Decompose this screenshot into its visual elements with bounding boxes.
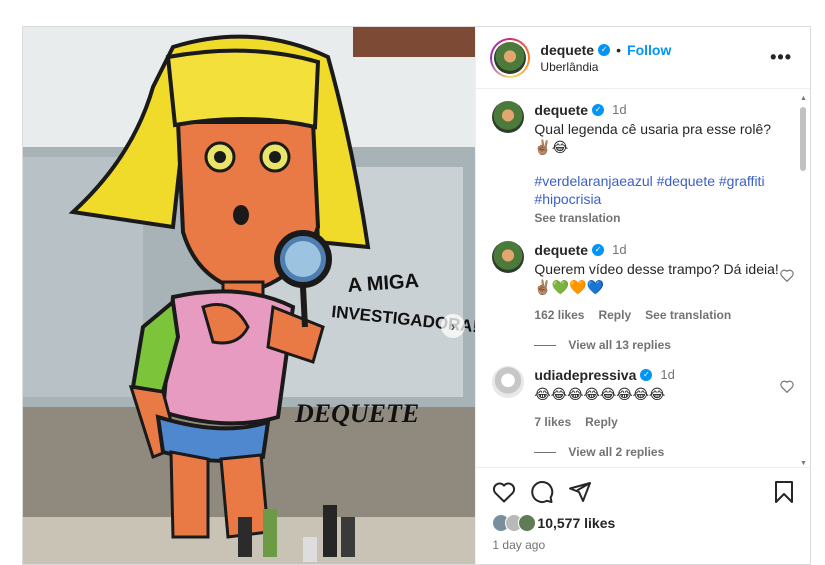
more-options-icon[interactable]: •••: [766, 47, 796, 68]
graffiti-mural-image: A MIGA INVESTIGADORA! DEQUETE: [23, 27, 476, 564]
like-comment-heart-icon[interactable]: [780, 380, 794, 393]
post-actions: 10,577 likes 1 day ago: [476, 467, 810, 552]
graffiti-signature: DEQUETE: [294, 399, 419, 428]
post-sidebar: dequete ✓ • Follow Uberlândia ••• dequet…: [475, 27, 810, 564]
comments-scrollbar[interactable]: ▲ ▼: [798, 95, 808, 467]
liker-avatars[interactable]: [492, 514, 537, 532]
avatar[interactable]: [492, 366, 525, 398]
like-comment-heart-icon[interactable]: [780, 269, 794, 282]
view-replies-label: View all 13 replies: [568, 338, 671, 352]
avatar[interactable]: [492, 241, 525, 273]
list-item: udiadepressiva ✓ 1d 😂😂😂😂😂😂😂😂 7 likes Rep…: [492, 366, 794, 431]
comments-list[interactable]: dequete ✓ 1d Qual legenda cê usaria pra …: [476, 89, 810, 467]
view-replies-button[interactable]: View all 13 replies: [534, 338, 786, 352]
comment-username[interactable]: udiadepressiva: [534, 366, 636, 384]
scroll-up-icon[interactable]: ▲: [800, 95, 807, 102]
chevron-right-icon: ›: [450, 318, 456, 334]
comment-username[interactable]: dequete: [534, 101, 588, 119]
reply-button[interactable]: Reply: [585, 413, 618, 431]
avatar[interactable]: [492, 101, 525, 133]
post-image[interactable]: A MIGA INVESTIGADORA! DEQUETE ›: [23, 27, 476, 564]
verified-badge-icon: ✓: [592, 244, 605, 256]
caption-text: Qual legenda cê usaria pra esse rolê? ✌🏽…: [534, 121, 772, 155]
author-username[interactable]: dequete: [540, 42, 594, 58]
author-avatar-ring[interactable]: [490, 37, 531, 78]
reply-button[interactable]: Reply: [598, 306, 631, 324]
verified-badge-icon: ✓: [592, 104, 605, 116]
post-location[interactable]: Uberlândia: [540, 60, 766, 74]
like-heart-icon[interactable]: [492, 481, 516, 503]
save-bookmark-icon[interactable]: [774, 480, 794, 504]
view-replies-button[interactable]: View all 2 replies: [534, 445, 786, 459]
see-translation-link[interactable]: See translation: [534, 209, 786, 227]
scroll-thumb[interactable]: [800, 107, 806, 171]
post-date[interactable]: 1 day ago: [492, 538, 794, 552]
comment-time[interactable]: 1d: [612, 241, 626, 259]
comment-time[interactable]: 1d: [660, 366, 674, 384]
see-translation-link[interactable]: See translation: [645, 306, 731, 324]
comment-username[interactable]: dequete: [534, 241, 588, 259]
view-replies-label: View all 2 replies: [568, 445, 665, 459]
comment-text: 😂😂😂😂😂😂😂😂: [534, 386, 666, 402]
share-send-icon[interactable]: [568, 480, 592, 504]
author-avatar: [494, 41, 527, 74]
comment-bubble-icon[interactable]: [530, 480, 554, 504]
scroll-down-icon[interactable]: ▼: [800, 460, 807, 467]
comment-likes[interactable]: 162 likes: [534, 306, 584, 324]
post-header: dequete ✓ • Follow Uberlândia •••: [476, 27, 810, 89]
verified-badge-icon: ✓: [640, 369, 653, 381]
instagram-post: A MIGA INVESTIGADORA! DEQUETE › dequete …: [22, 26, 811, 565]
comment-likes[interactable]: 7 likes: [534, 413, 571, 431]
caption: dequete ✓ 1d Qual legenda cê usaria pra …: [492, 101, 786, 227]
verified-badge-icon: ✓: [598, 43, 611, 56]
list-item: dequete ✓ 1d Querem vídeo desse trampo? …: [492, 241, 794, 324]
caption-hashtags[interactable]: #verdelaranjaeazul #dequete #graffiti #h…: [534, 172, 786, 208]
follow-button[interactable]: Follow: [627, 42, 671, 58]
separator-dot: •: [616, 41, 622, 58]
likes-count[interactable]: 10,577 likes: [537, 515, 615, 531]
comment-time[interactable]: 1d: [612, 101, 626, 119]
comment-text: Querem vídeo desse trampo? Dá ideia! ✌🏽💚…: [534, 261, 779, 295]
next-image-button[interactable]: ›: [441, 314, 465, 338]
